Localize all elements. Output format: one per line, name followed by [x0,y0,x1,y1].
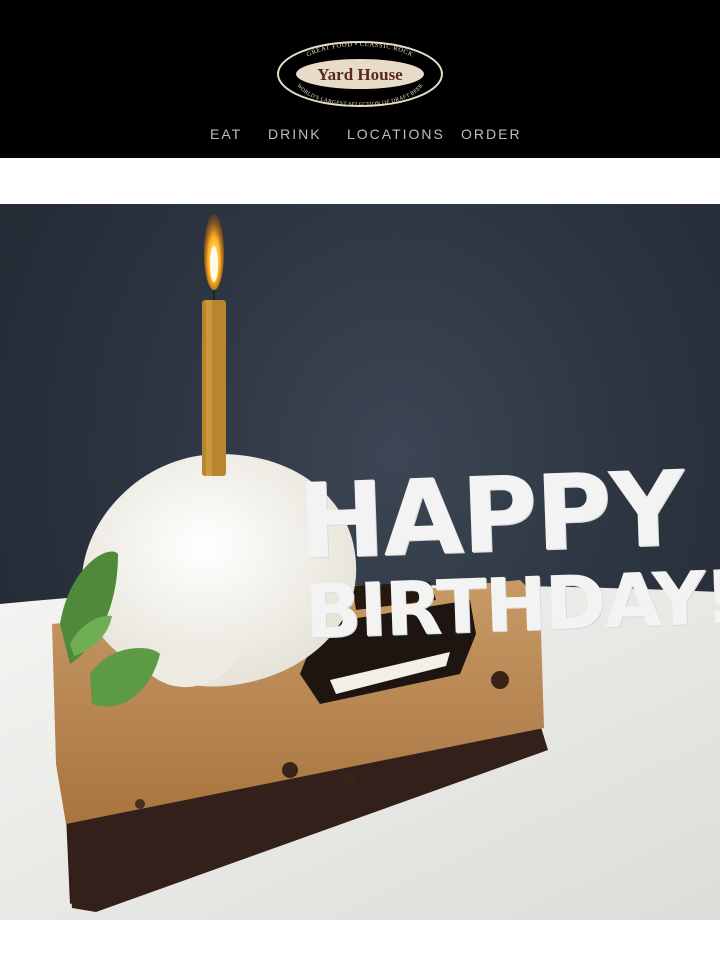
hero-headline: HAPPY BIRTHDAY! [295,447,720,656]
yard-house-logo[interactable]: GREAT FOOD • CLASSIC ROCK Yard House WOR… [276,40,444,108]
main-nav: EAT DRINK LOCATIONS ORDER [0,126,720,144]
logo-wordmark: Yard House [317,65,403,84]
hero-line-2: BIRTHDAY! [303,554,720,656]
site-header: GREAT FOOD • CLASSIC ROCK Yard House WOR… [0,0,720,158]
nav-item-order[interactable]: ORDER [461,126,522,142]
candle [202,300,226,476]
nav-item-drink[interactable]: DRINK [268,126,322,142]
birthday-hero-banner[interactable]: HAPPY BIRTHDAY! [0,204,720,920]
nav-item-locations[interactable]: LOCATIONS [347,126,445,142]
nav-item-eat[interactable]: EAT [210,126,242,142]
hero-line-1: HAPPY [295,447,685,583]
